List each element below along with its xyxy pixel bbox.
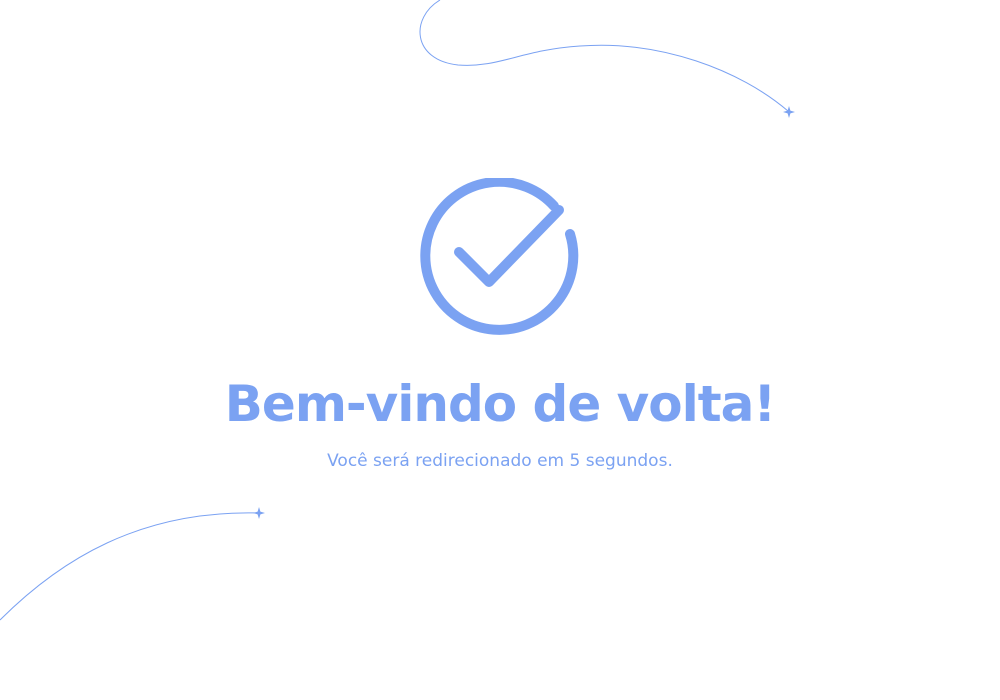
- top-swirl-line: [419, 0, 789, 112]
- bottom-swirl-line: [0, 512, 259, 621]
- redirect-message: Você será redirecionado em 5 segundos.: [327, 451, 673, 471]
- background-decoration: [0, 0, 795, 621]
- welcome-title: Bem-vindo de volta!: [224, 375, 776, 433]
- bottom-sparkle-icon: [253, 507, 265, 519]
- top-sparkle-icon: [783, 106, 795, 118]
- check-circle-icon: [420, 176, 580, 338]
